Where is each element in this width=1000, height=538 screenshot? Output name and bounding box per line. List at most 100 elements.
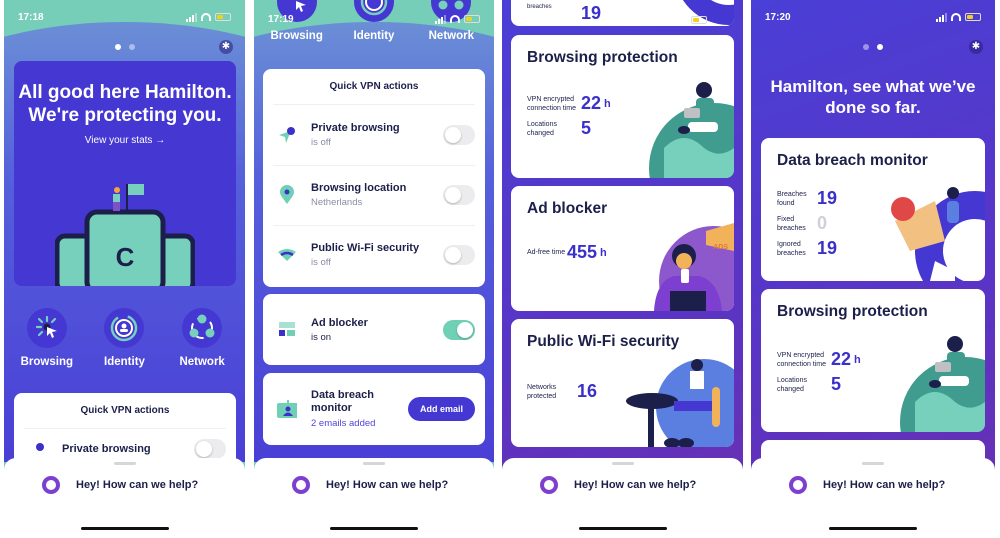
feature-label: Browsing	[20, 356, 74, 368]
public-wifi-toggle[interactable]	[443, 245, 475, 265]
page-indicator[interactable]	[751, 44, 995, 50]
signal-icon	[679, 16, 687, 25]
battery-icon	[215, 13, 231, 21]
status-bar	[679, 13, 729, 27]
ad-blocker-row[interactable]: Ad blocker is on	[263, 294, 485, 365]
private-browsing-toggle[interactable]	[443, 125, 475, 145]
page-dot[interactable]	[863, 44, 869, 50]
quick-vpn-title: Quick VPN actions	[273, 69, 475, 105]
status-time: 17:20	[765, 11, 791, 23]
stat-value: 0	[817, 213, 828, 233]
row-title: Browsing location	[311, 182, 407, 194]
data-breach-row: Data breach monitor 2 emails added Add em…	[263, 373, 485, 445]
stat-value: 5	[831, 374, 842, 394]
public-wifi-card[interactable]: Public Wi-Fi security Networks protected…	[511, 319, 734, 447]
status-bar: 17:20	[765, 10, 981, 24]
stat-value: 22	[831, 349, 852, 369]
row-status: is on	[311, 331, 332, 343]
castle-illustration: C	[55, 184, 195, 286]
help-sheet[interactable]: Hey! How can we help?	[4, 458, 245, 538]
megaphone-illustration	[891, 187, 985, 281]
ads-label: ADS	[713, 244, 728, 251]
settings-gear-icon[interactable]: ✱	[219, 40, 233, 54]
card-title: Browsing protection	[777, 303, 928, 320]
quick-vpn-row[interactable]: Private browsing is off	[263, 105, 485, 165]
stat-unit: h	[854, 353, 861, 366]
settings-gear-icon[interactable]: ✱	[969, 40, 983, 54]
chat-bubble-icon	[292, 476, 310, 494]
stat-label: Locations changed	[527, 120, 557, 137]
stat-label: Ignored breaches	[777, 240, 806, 257]
help-prompt[interactable]: Hey! How can we help?	[574, 479, 696, 491]
feature-label: Identity	[104, 356, 145, 368]
feature-identity[interactable]: Identity	[89, 308, 159, 368]
globe-person-illustration	[900, 336, 985, 432]
row-title: Private browsing	[62, 443, 151, 455]
quick-vpn-row[interactable]: Browsing location Netherlands	[263, 165, 485, 225]
row-title: Data breach monitor	[311, 389, 374, 414]
help-prompt[interactable]: Hey! How can we help?	[326, 479, 448, 491]
cafe-person-illustration	[626, 359, 734, 447]
status-hero-card: All good here Hamilton. We're protecting…	[14, 61, 236, 286]
identity-shield-icon	[104, 308, 145, 348]
card-title: Public Wi-Fi security	[527, 333, 680, 350]
stat-value: 22	[581, 93, 602, 113]
sheet-drag-handle[interactable]	[862, 462, 884, 465]
stat-value: 16	[577, 381, 598, 401]
row-status: is off	[311, 137, 331, 148]
battery-icon	[464, 15, 480, 23]
row-title: Ad blocker	[311, 316, 368, 329]
view-stats-link[interactable]: View your stats →	[14, 135, 236, 146]
browsing-protection-card[interactable]: Browsing protection VPN encrypted connec…	[511, 35, 734, 178]
help-prompt[interactable]: Hey! How can we help?	[823, 479, 945, 491]
private-browsing-icon	[277, 125, 297, 145]
ad-blocker-toggle[interactable]	[443, 319, 475, 340]
help-sheet[interactable]: Hey! How can we help?	[502, 458, 743, 538]
help-sheet[interactable]: Hey! How can we help?	[751, 458, 995, 538]
data-breach-card[interactable]: Data breach monitor Breaches found 19 Fi…	[761, 138, 985, 281]
sheet-drag-handle[interactable]	[363, 462, 385, 465]
battery-icon	[965, 13, 981, 21]
cursor-click-icon	[26, 308, 67, 348]
emails-added-link[interactable]: 2 emails added	[311, 418, 408, 429]
row-status: Netherlands	[311, 197, 363, 208]
page-dot[interactable]	[128, 44, 135, 50]
private-browsing-icon	[28, 439, 48, 459]
feature-browsing[interactable]: Browsing	[12, 308, 82, 368]
feature-row: Browsing Identity Network	[8, 308, 241, 368]
page-indicator[interactable]	[4, 44, 245, 50]
page-dot[interactable]	[114, 44, 121, 50]
help-prompt[interactable]: Hey! How can we help?	[76, 479, 198, 491]
screen-stats-scrolled: breaches 19 Browsing protection VPN encr…	[502, 0, 743, 538]
stat-label: Locations changed	[777, 376, 807, 393]
stat-label: VPN encrypted connection time	[777, 351, 827, 368]
battery-icon	[691, 16, 707, 24]
chat-bubble-icon	[789, 476, 807, 494]
feature-label: Network	[428, 30, 474, 42]
browsing-location-toggle[interactable]	[443, 185, 475, 205]
page-dot[interactable]	[877, 44, 883, 50]
sheet-drag-handle[interactable]	[611, 462, 634, 465]
ad-blocker-icon	[277, 320, 297, 340]
stat-label: breaches	[527, 4, 552, 10]
ad-blocker-card[interactable]: Ad blocker Ad-free time 455 h ADS	[511, 186, 734, 311]
ad-blocker-card: Ad blocker is on	[263, 294, 485, 365]
home-indicator	[330, 527, 418, 530]
globe-person-illustration	[649, 82, 734, 178]
browsing-protection-card[interactable]: Browsing protection VPN encrypted connec…	[761, 289, 985, 432]
stat-value: 19	[817, 188, 838, 208]
private-browsing-toggle[interactable]	[194, 439, 226, 459]
signal-icon	[936, 12, 947, 22]
quick-vpn-row[interactable]: Public Wi-Fi security is off	[263, 225, 485, 285]
stats-page-title: Hamilton, see what we’ve done so far.	[770, 77, 976, 117]
wifi-icon	[201, 13, 211, 21]
feature-network[interactable]: Network	[167, 308, 237, 368]
stat-value: 455	[567, 242, 598, 262]
chat-bubble-icon	[42, 476, 60, 494]
stat-unit: h	[604, 97, 611, 110]
help-sheet[interactable]: Hey! How can we help?	[254, 458, 494, 538]
sheet-drag-handle[interactable]	[113, 462, 136, 465]
add-email-button[interactable]: Add email	[407, 397, 475, 421]
stat-unit: h	[600, 246, 607, 259]
signal-icon	[435, 14, 446, 24]
